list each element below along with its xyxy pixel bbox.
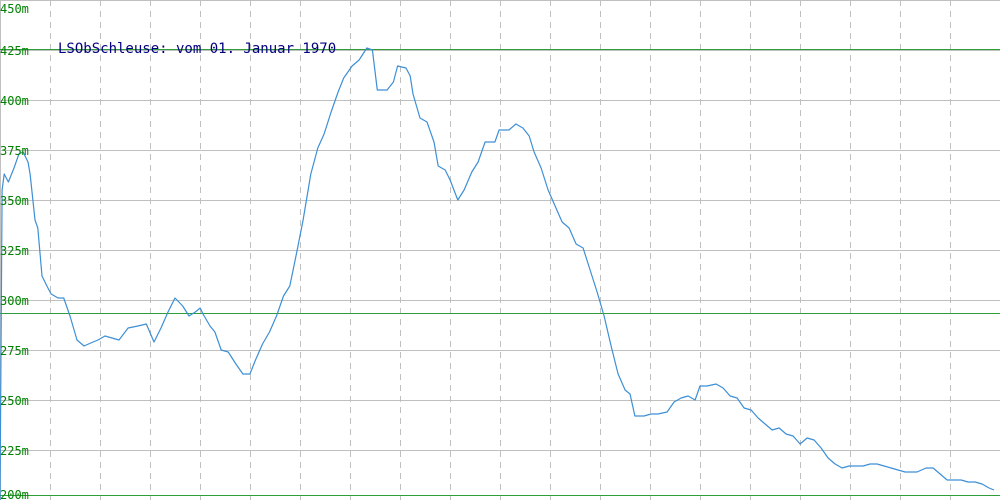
y-tick-label: 450m <box>0 2 29 16</box>
y-tick-label: 350m <box>0 194 29 208</box>
y-tick-label: 225m <box>0 444 29 458</box>
y-tick-label: 400m <box>0 94 29 108</box>
y-tick-label: 325m <box>0 244 29 258</box>
y-tick-label: 375m <box>0 144 29 158</box>
y-tick-label: 300m <box>0 294 29 308</box>
line-chart: 200m 225m 250m 275m 300m 325m 350m 375m 400m 425m… <box>0 0 1000 502</box>
y-tick-label: 275m <box>0 344 29 358</box>
y-tick-label: 250m <box>0 394 29 408</box>
y-tick-label: 200m <box>0 488 29 500</box>
chart-title: LSObSchleuse: vom 01. Januar 1970 <box>58 41 336 57</box>
chart-container: 200m 225m 250m 275m 300m 325m 350m 375m 400m 425m… <box>0 0 1000 502</box>
y-tick-label: 425m <box>0 44 29 58</box>
